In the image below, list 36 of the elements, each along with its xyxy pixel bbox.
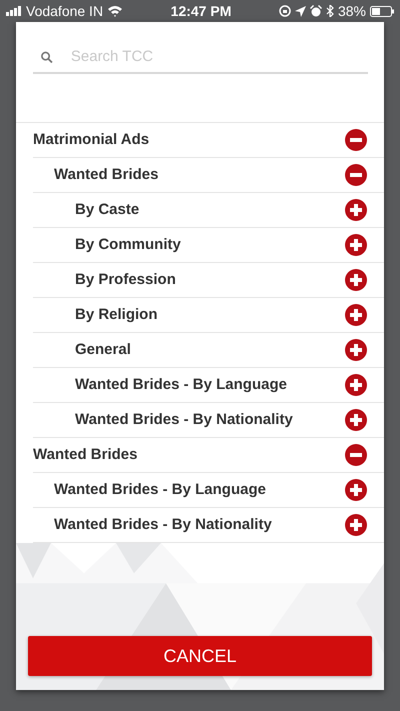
expand-icon[interactable] xyxy=(345,234,367,256)
tree-item-label[interactable]: Wanted Brides - By Nationality xyxy=(33,408,293,432)
battery-icon xyxy=(370,6,394,16)
expand-icon[interactable] xyxy=(345,479,367,501)
cancel-button[interactable]: CANCEL xyxy=(28,636,372,676)
tree-item-label[interactable]: Wanted Brides - By Nationality xyxy=(33,514,272,536)
rotation-lock-icon xyxy=(278,5,291,17)
clock-time: 12:47 PM xyxy=(170,2,232,20)
carrier-name: Vodafone IN xyxy=(26,2,104,20)
tree-item-label[interactable]: Wanted Brides - By Language xyxy=(33,374,287,396)
wifi-icon xyxy=(107,5,124,17)
tree-item-label[interactable]: By Profession xyxy=(33,268,176,292)
battery-percent: 38% xyxy=(338,2,366,20)
collapse-icon[interactable] xyxy=(345,129,367,151)
tree-item-label[interactable]: By Community xyxy=(33,234,181,256)
expand-icon[interactable] xyxy=(345,199,367,221)
expand-icon[interactable] xyxy=(345,409,367,431)
tree-item-label[interactable]: Matrimonial Ads xyxy=(33,128,150,152)
search-icon xyxy=(41,50,53,64)
tree-item-label[interactable]: Wanted Brides - By Language xyxy=(33,478,266,502)
signal-icon xyxy=(6,6,22,16)
expand-icon[interactable] xyxy=(345,339,367,361)
tree-item-label[interactable]: Wanted Brides xyxy=(33,444,138,466)
alarm-icon xyxy=(310,5,322,17)
location-icon xyxy=(294,6,306,16)
collapse-icon[interactable] xyxy=(345,164,367,186)
expand-icon[interactable] xyxy=(345,374,367,396)
expand-icon[interactable] xyxy=(345,304,367,326)
tree-item-label[interactable]: By Caste xyxy=(33,198,140,222)
expand-icon[interactable] xyxy=(345,269,367,291)
collapse-icon[interactable] xyxy=(345,444,367,466)
expand-icon[interactable] xyxy=(345,514,367,536)
tree-item-label[interactable]: Wanted Brides xyxy=(33,164,158,186)
tree-item-label[interactable]: General xyxy=(33,338,131,362)
tree-item-label[interactable]: By Religion xyxy=(33,304,158,326)
bluetooth-icon xyxy=(326,5,334,17)
